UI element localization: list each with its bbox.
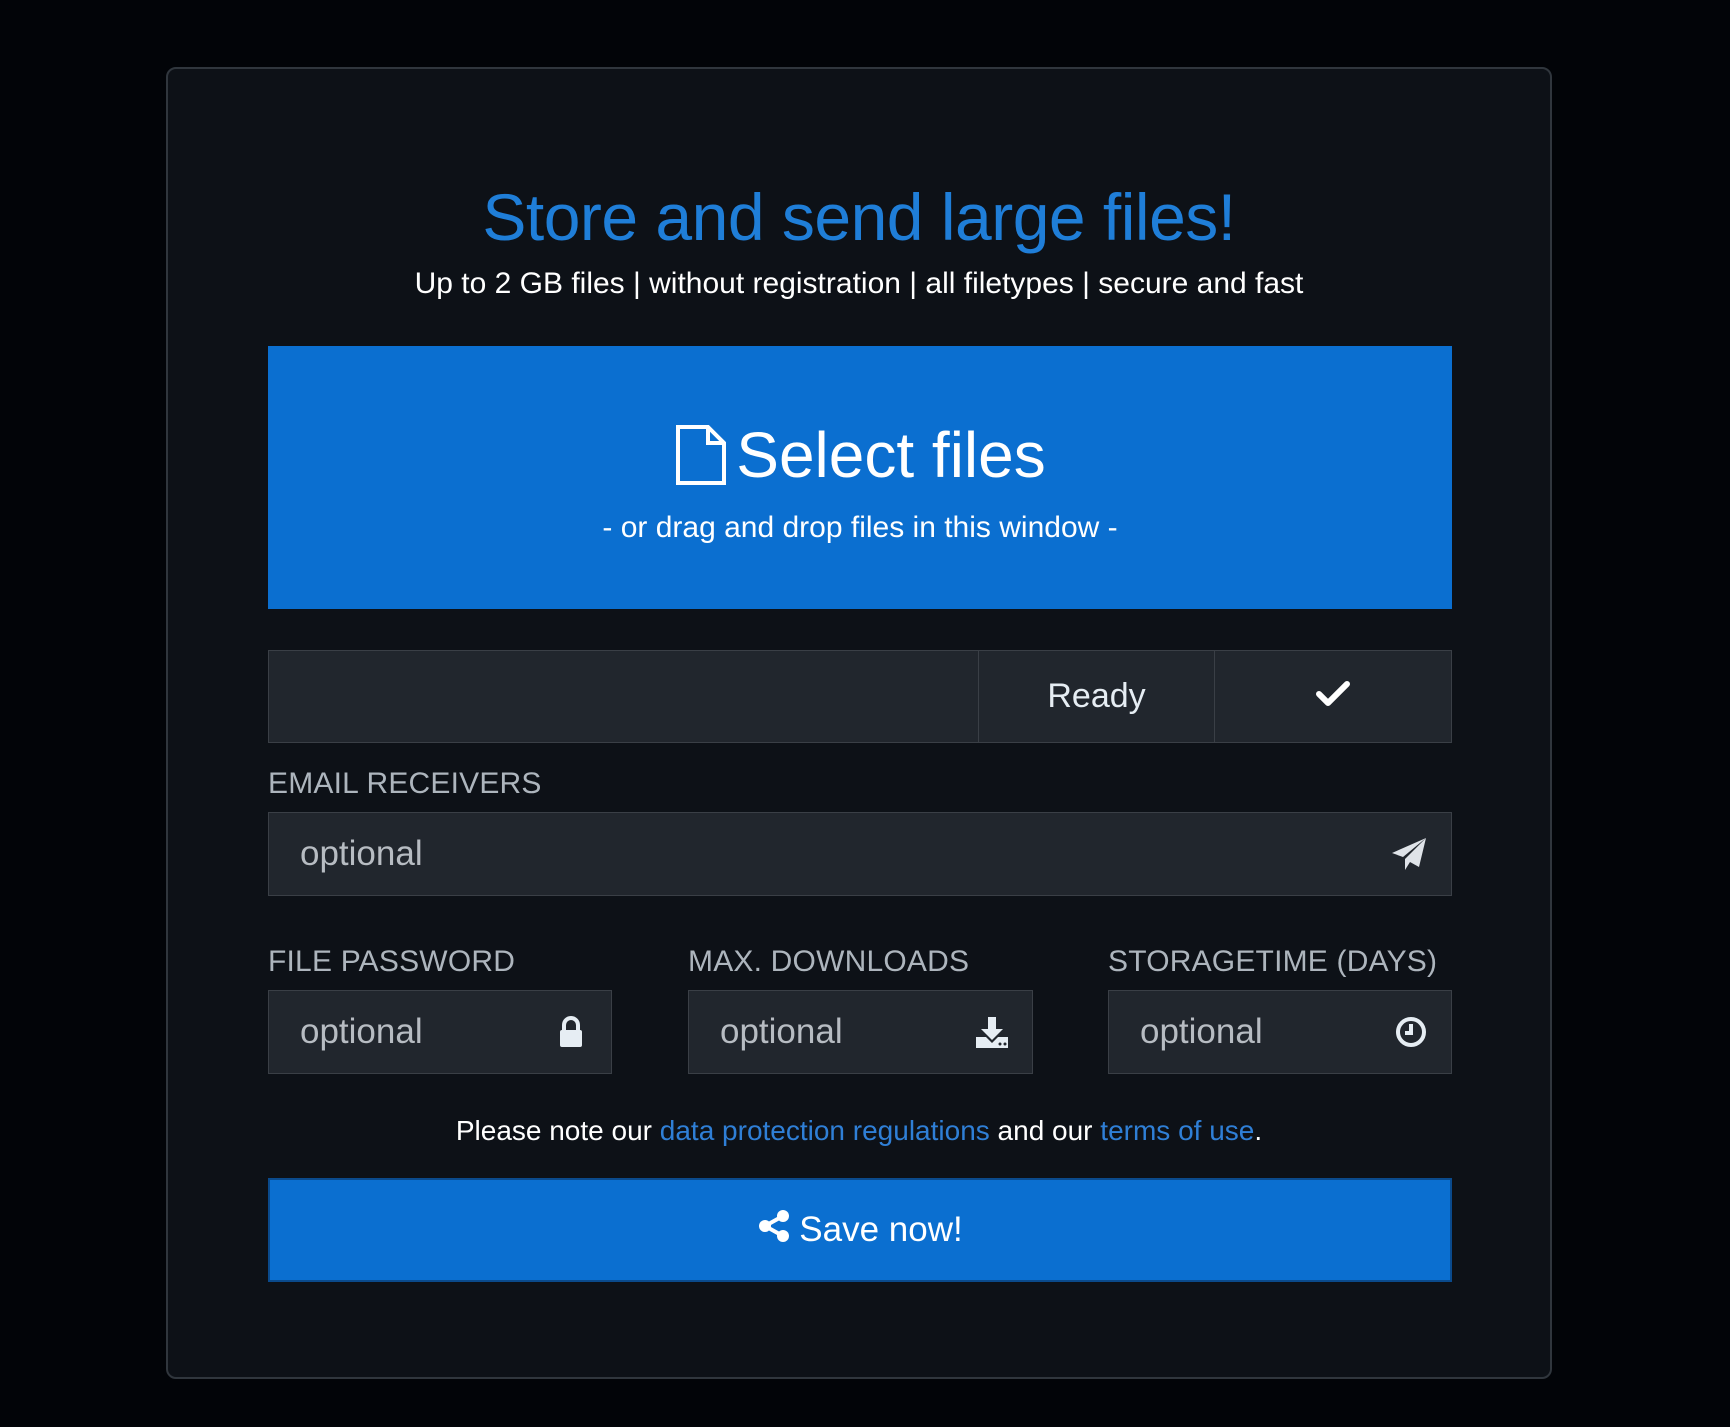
- storagetime-field: [1108, 990, 1452, 1074]
- select-files-dropzone[interactable]: Select files - or drag and drop files in…: [268, 346, 1452, 609]
- storagetime-input[interactable]: [1109, 1011, 1371, 1053]
- save-now-label: Save now!: [799, 1210, 963, 1249]
- clock-icon: [1371, 1015, 1451, 1049]
- max-downloads-field: [688, 990, 1033, 1074]
- checkmark-icon: [1316, 681, 1350, 712]
- page-title: Store and send large files!: [482, 180, 1236, 254]
- status-text: Ready: [979, 650, 1215, 743]
- select-files-button[interactable]: Select files: [268, 418, 1452, 492]
- max-downloads-input[interactable]: [689, 1011, 952, 1053]
- upload-progress-track: [268, 650, 979, 743]
- upload-card: Store and send large files! Up to 2 GB f…: [166, 67, 1552, 1379]
- data-protection-link[interactable]: data protection regulations: [660, 1115, 990, 1146]
- legal-note-middle: and our: [989, 1115, 1101, 1146]
- storagetime-label: STORAGETIME (DAYS): [1108, 945, 1438, 978]
- legal-note: Please note our data protection regulati…: [168, 1115, 1550, 1147]
- drag-drop-hint: - or drag and drop files in this window …: [602, 511, 1118, 544]
- file-password-label: FILE PASSWORD: [268, 945, 516, 978]
- status-check-cell: [1215, 650, 1452, 743]
- file-icon: [674, 424, 728, 486]
- lock-icon: [531, 1016, 611, 1048]
- file-password-field: [268, 990, 612, 1074]
- share-icon: [757, 1209, 791, 1252]
- file-password-input[interactable]: [269, 1011, 531, 1053]
- max-downloads-label: MAX. DOWNLOADS: [688, 945, 970, 978]
- email-receivers-field: [268, 812, 1452, 896]
- select-files-label: Select files: [736, 419, 1046, 491]
- terms-of-use-link[interactable]: terms of use: [1100, 1115, 1254, 1146]
- legal-note-prefix: Please note our: [455, 1115, 660, 1146]
- download-icon: [952, 1015, 1032, 1049]
- legal-note-suffix: .: [1254, 1115, 1263, 1146]
- email-receivers-label: EMAIL RECEIVERS: [268, 767, 542, 800]
- email-receivers-input[interactable]: [269, 833, 1367, 875]
- upload-status-bar: Ready: [268, 650, 1452, 743]
- page-subtitle: Up to 2 GB files | without registration …: [414, 267, 1304, 300]
- paper-plane-icon[interactable]: [1367, 836, 1451, 872]
- save-now-button[interactable]: Save now!: [268, 1178, 1452, 1282]
